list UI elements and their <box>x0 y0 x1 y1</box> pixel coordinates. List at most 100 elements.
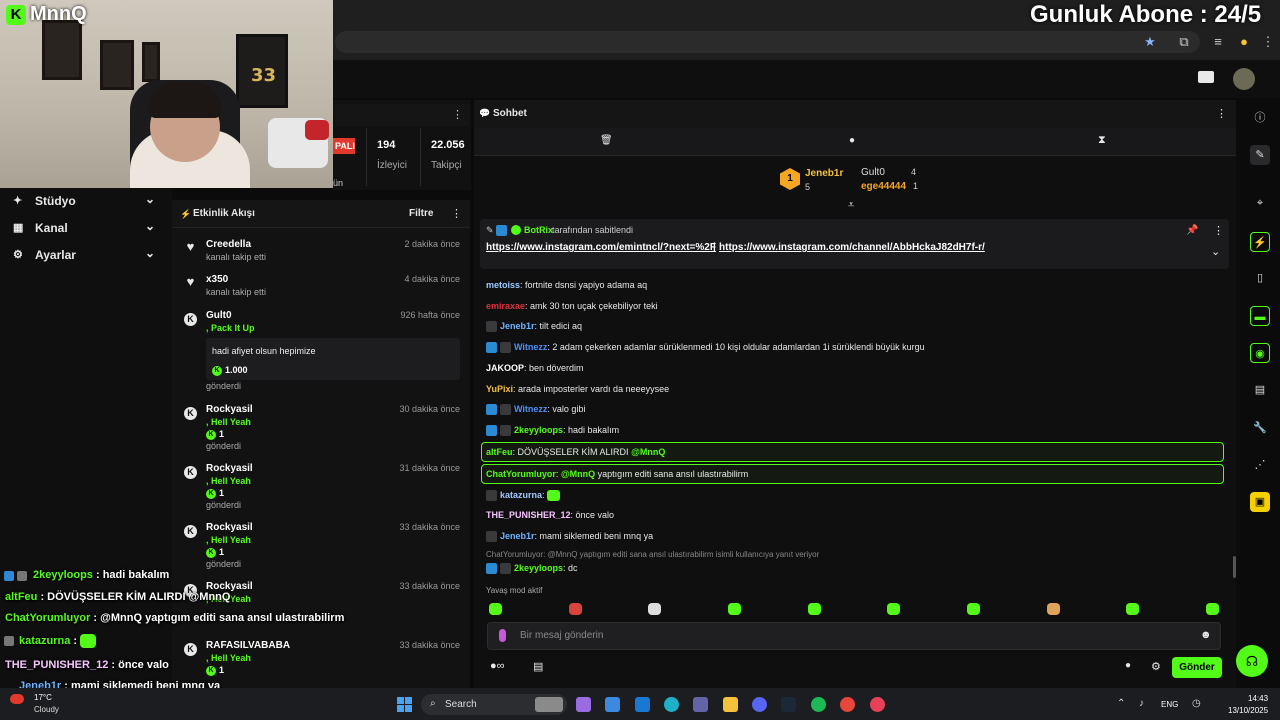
discord-icon[interactable] <box>752 697 767 712</box>
user-badge-icon <box>486 321 497 333</box>
pinned-menu-icon[interactable]: ⋮ <box>1213 224 1224 237</box>
clock-time[interactable]: 14:43 <box>1248 694 1268 703</box>
stats-menu-icon[interactable]: ⋮ <box>452 108 463 121</box>
chevron-down-icon[interactable]: ⌄ <box>1211 245 1220 258</box>
chat-message: ChatYorumluyor: @MnnQ yaptıgım editi san… <box>486 469 749 479</box>
extensions-icon[interactable]: ⧉ <box>1176 34 1192 50</box>
verified-badge-icon <box>511 225 521 235</box>
slow-mode-notice: Yavaş mod aktif <box>486 586 543 595</box>
edit-icon[interactable]: ✎ <box>1250 145 1270 165</box>
chat-rail-icon[interactable]: ▬ <box>1250 306 1270 326</box>
feed-item-kicks: K Rockyasil , Hell Yeah 31 dakika önce K… <box>176 461 466 513</box>
teams-icon[interactable] <box>693 697 708 712</box>
emote-icon[interactable] <box>1126 603 1139 615</box>
broadcast-icon[interactable]: ◉ <box>1250 343 1270 363</box>
chat-message: THE_PUNISHER_12: önce valo <box>486 510 615 520</box>
stats-partial-label: ün <box>333 178 344 188</box>
emote-icon[interactable] <box>808 603 821 615</box>
emote-icon[interactable] <box>489 603 502 615</box>
chat-icon[interactable]: ● <box>849 135 855 146</box>
chat-message: JAKOOP: ben döverdim <box>486 363 584 373</box>
user-badge-icon <box>500 425 511 437</box>
weather-icon <box>10 694 24 704</box>
windows-start-icon[interactable] <box>397 697 412 712</box>
send-button[interactable]: Gönder <box>1172 657 1222 678</box>
emote-icon[interactable] <box>1047 603 1060 615</box>
channel-name: MnnQ <box>30 3 87 25</box>
file-explorer-icon[interactable] <box>723 697 738 712</box>
app-icon[interactable] <box>870 697 885 712</box>
emote-icon[interactable] <box>1206 603 1219 615</box>
chevron-down-icon: ⌄ <box>145 192 156 206</box>
user-badge-icon <box>486 531 497 543</box>
pinned-link-1[interactable]: https://www.instagram.com/emintncl/?next… <box>486 242 716 253</box>
theater-icon[interactable] <box>1198 71 1214 83</box>
browser-menu-icon[interactable]: ⋮ <box>1260 34 1276 50</box>
address-bar[interactable] <box>335 31 1200 53</box>
chat-menu-icon[interactable]: ⋮ <box>1216 107 1227 120</box>
emote-icon[interactable] <box>569 603 582 615</box>
edge-icon[interactable] <box>664 697 679 712</box>
chrome-icon[interactable] <box>840 697 855 712</box>
emote-icon[interactable] <box>728 603 741 615</box>
store-app-icon[interactable] <box>605 697 620 712</box>
outlook-icon[interactable] <box>635 697 650 712</box>
sidebar-item-settings[interactable]: ⚙ Ayarlar ⌄ <box>0 242 172 268</box>
collapse-icon[interactable]: ⩡ <box>848 199 854 212</box>
support-headset-icon[interactable]: ☊ <box>1236 645 1268 677</box>
hourglass-icon[interactable]: ⧗ <box>1098 134 1106 147</box>
lightning-icon[interactable]: ⚡ <box>1250 232 1270 252</box>
copilot-icon[interactable] <box>576 697 591 712</box>
kick-logo-icon: K <box>6 4 26 25</box>
sidebar-item-studio[interactable]: ✦ Stüdyo ⌄ <box>0 188 172 214</box>
queue-icon[interactable]: ≡ <box>1210 34 1226 50</box>
channel-logo: K MnnQ <box>6 3 87 25</box>
emote-icon[interactable] <box>967 603 980 615</box>
emote-icon <box>547 490 561 502</box>
pinned-link-2[interactable]: https://www.instagram.com/channel/AbbHck… <box>719 242 985 253</box>
emote-icon[interactable] <box>887 603 900 615</box>
chat-settings-bubble-icon[interactable]: ● <box>1125 660 1131 671</box>
sidebar-item-channel[interactable]: ▦ Kanal ⌄ <box>0 215 172 241</box>
overlay-chat-line: ChatYorumluyor : @MnnQ yaptıgım editi sa… <box>5 612 345 624</box>
network-icon[interactable]: ◷ <box>1192 698 1201 709</box>
chat-message: metoiss: fortnite dsnsi yapiyo adama aq <box>486 280 648 290</box>
pin-icon: ✎ <box>486 225 494 235</box>
document-icon[interactable]: ▯ <box>1250 268 1270 288</box>
kicks-points-icon[interactable]: ●∞ <box>490 660 505 672</box>
feed-menu-icon[interactable]: ⋮ <box>451 207 462 220</box>
studio-icon: ✦ <box>13 195 23 207</box>
avatar[interactable] <box>1233 68 1255 90</box>
steam-icon[interactable] <box>781 697 796 712</box>
bookmark-star-icon[interactable]: ★ <box>1142 34 1158 50</box>
filter-button[interactable]: Filtre <box>409 208 433 219</box>
info-icon[interactable]: ⓘ <box>1250 108 1270 128</box>
mic-icon[interactable] <box>499 629 506 642</box>
overlay-badge-icon <box>17 571 27 581</box>
gear-icon[interactable]: ⚙ <box>1151 660 1161 673</box>
leaderboard-second-count: 4 <box>911 167 917 177</box>
spotify-icon[interactable] <box>811 697 826 712</box>
microphone-icon[interactable]: ♪ <box>1139 698 1144 709</box>
clapper-icon[interactable]: ▣ <box>1250 492 1270 512</box>
trash-icon[interactable]: 🗑 <box>600 135 613 146</box>
kick-coin-icon: K <box>212 365 222 376</box>
layout-icon[interactable]: ▤ <box>1250 380 1270 400</box>
unpin-icon[interactable]: 📌 <box>1186 225 1198 236</box>
chat-message: emiraxae: amk 30 ton uçak çekebiliyor te… <box>486 301 658 311</box>
clock-date[interactable]: 13/10/2025 <box>1228 706 1268 715</box>
pinned-by-user: BotRix <box>524 225 553 235</box>
kicks-message: hadi afiyet olsun hepimize <box>212 346 316 356</box>
search-highlight-image <box>535 697 563 712</box>
wrench-icon[interactable]: 🔧 <box>1250 418 1270 438</box>
kicks-icon: K <box>184 643 197 656</box>
language-indicator[interactable]: ENG <box>1161 700 1178 709</box>
share-icon[interactable]: ⋰ <box>1250 455 1270 475</box>
target-icon[interactable]: ⌖ <box>1250 193 1270 213</box>
tray-chevron-icon[interactable]: ⌃ <box>1117 698 1125 709</box>
user-badge-icon <box>500 342 511 354</box>
store-icon[interactable]: ▤ <box>533 660 543 673</box>
extension-emoji-icon[interactable]: ● <box>1236 34 1252 50</box>
emote-icon[interactable] <box>648 603 661 615</box>
emoji-icon[interactable]: ☻ <box>1200 629 1212 641</box>
